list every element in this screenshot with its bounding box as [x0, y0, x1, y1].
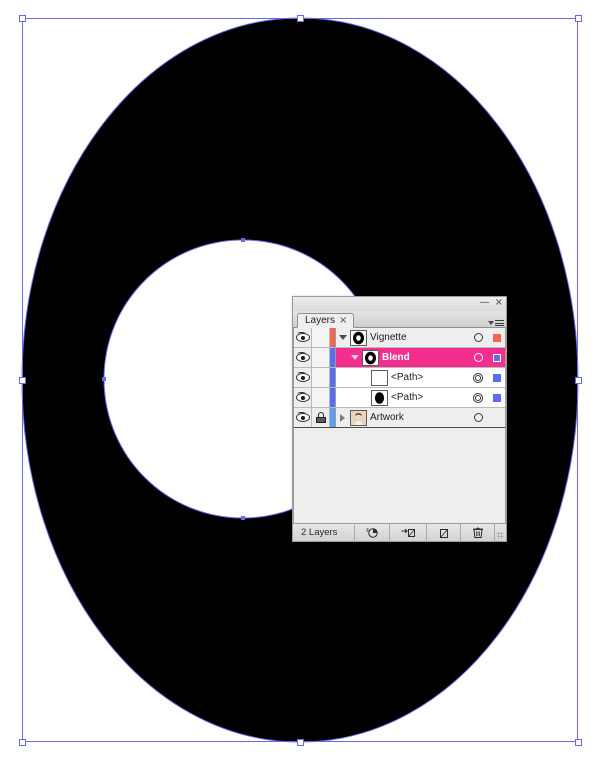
target-indicator[interactable] — [467, 348, 489, 367]
selection-handle-top-right[interactable] — [575, 15, 582, 22]
create-new-sublayer-button[interactable] — [390, 524, 427, 541]
eye-icon[interactable] — [295, 352, 310, 362]
target-circle-icon — [473, 413, 483, 422]
selection-square — [493, 373, 501, 382]
layer-row[interactable]: <Path> — [294, 368, 505, 388]
panel-menu-icon[interactable] — [488, 320, 504, 326]
lock-toggle[interactable] — [312, 328, 330, 347]
layer-thumbnail — [350, 329, 367, 346]
panel-title-bar[interactable]: — × — [293, 297, 506, 311]
anchor-point[interactable] — [241, 516, 245, 520]
visibility-toggle[interactable] — [294, 388, 312, 407]
layer-thumbnail — [371, 389, 388, 406]
selection-handle-top-center[interactable] — [297, 15, 304, 22]
selection-square — [493, 393, 501, 402]
lock-toggle[interactable] — [312, 348, 330, 367]
close-icon[interactable]: × — [495, 298, 503, 308]
selection-handle-middle-right[interactable] — [575, 377, 582, 384]
layer-row[interactable]: Artwork — [294, 408, 505, 428]
tab-layers[interactable]: Layers × — [297, 313, 355, 328]
selection-indicator — [489, 368, 505, 387]
visibility-toggle[interactable] — [294, 328, 312, 347]
lock-toggle[interactable] — [312, 408, 330, 427]
layer-name-cell[interactable]: Vignette — [336, 328, 467, 347]
layer-name-label: Vignette — [370, 332, 407, 343]
panel-tab-row[interactable]: Layers × — [293, 311, 506, 328]
layer-name-label: Blend — [382, 352, 410, 363]
layer-name-cell[interactable]: <Path> — [336, 388, 467, 407]
selection-indicator — [489, 328, 505, 347]
create-new-layer-button[interactable] — [427, 524, 461, 541]
eye-icon[interactable] — [295, 392, 310, 402]
anchor-point[interactable] — [241, 238, 245, 242]
disclosure-triangle[interactable] — [338, 332, 347, 344]
target-circle-icon — [473, 372, 483, 383]
visibility-toggle[interactable] — [294, 408, 312, 427]
selection-handle-bottom-right[interactable] — [575, 739, 582, 746]
minimize-icon[interactable]: — — [480, 298, 490, 308]
eye-icon[interactable] — [295, 332, 310, 342]
eye-icon[interactable] — [295, 412, 310, 422]
eye-icon[interactable] — [295, 372, 310, 382]
lock-icon[interactable] — [315, 412, 326, 423]
delete-selection-button[interactable] — [461, 524, 495, 541]
selection-handle-top-left[interactable] — [19, 15, 26, 22]
target-indicator[interactable] — [467, 408, 489, 427]
chevron-right-icon — [340, 413, 345, 422]
layer-row[interactable]: <Path> — [294, 388, 505, 408]
lock-toggle[interactable] — [312, 368, 330, 387]
new-layer-icon — [439, 528, 448, 538]
layer-thumbnail — [362, 349, 379, 366]
selection-square — [493, 333, 501, 342]
visibility-toggle[interactable] — [294, 348, 312, 367]
target-indicator[interactable] — [467, 368, 489, 387]
selection-square — [493, 353, 501, 362]
resize-grip[interactable] — [495, 524, 506, 541]
layer-thumbnail — [350, 409, 367, 426]
selection-indicator — [489, 348, 505, 367]
tab-close-icon[interactable]: × — [339, 316, 347, 326]
chevron-down-icon — [488, 321, 494, 325]
trash-icon — [472, 527, 483, 538]
chevron-down-icon — [338, 335, 347, 340]
selection-handle-bottom-center[interactable] — [297, 739, 304, 746]
disclosure-triangle[interactable] — [338, 412, 347, 424]
layer-count-label: 2 Layers — [293, 524, 355, 541]
selection-handle-middle-left[interactable] — [19, 377, 26, 384]
target-circle-icon — [473, 353, 483, 362]
anchor-point[interactable] — [102, 377, 106, 381]
make-clipping-mask-button[interactable] — [355, 524, 390, 541]
target-circle-icon — [473, 392, 483, 403]
visibility-toggle[interactable] — [294, 368, 312, 387]
layer-name-label: <Path> — [391, 392, 424, 403]
target-indicator[interactable] — [467, 328, 489, 347]
layers-panel[interactable]: — × Layers × Vignette Blend <Path> <Path> Ar… — [292, 296, 507, 542]
layer-row[interactable]: Blend — [294, 348, 505, 368]
layer-name-cell[interactable]: Artwork — [336, 408, 467, 427]
window-buttons: — × — [480, 298, 503, 308]
layers-list[interactable]: Vignette Blend <Path> <Path> Artwork — [293, 328, 506, 523]
layer-row[interactable]: Vignette — [294, 328, 505, 348]
disclosure-triangle[interactable] — [350, 352, 359, 364]
tab-layers-label: Layers — [305, 315, 336, 326]
new-sublayer-icon — [401, 528, 415, 537]
selection-indicator — [489, 408, 505, 427]
selection-handle-bottom-left[interactable] — [19, 739, 26, 746]
lock-toggle[interactable] — [312, 388, 330, 407]
chevron-down-icon — [350, 355, 359, 360]
layer-name-label: <Path> — [391, 372, 424, 383]
layer-name-label: Artwork — [370, 412, 404, 423]
target-circle-icon — [473, 333, 483, 342]
selection-indicator — [489, 388, 505, 407]
layer-name-cell[interactable]: <Path> — [336, 368, 467, 387]
layer-name-cell[interactable]: Blend — [336, 348, 467, 367]
layer-thumbnail — [371, 369, 388, 386]
clipping-mask-icon — [366, 527, 378, 538]
hamburger-icon — [495, 320, 504, 326]
target-indicator[interactable] — [467, 388, 489, 407]
panel-footer: 2 Layers — [293, 523, 506, 541]
